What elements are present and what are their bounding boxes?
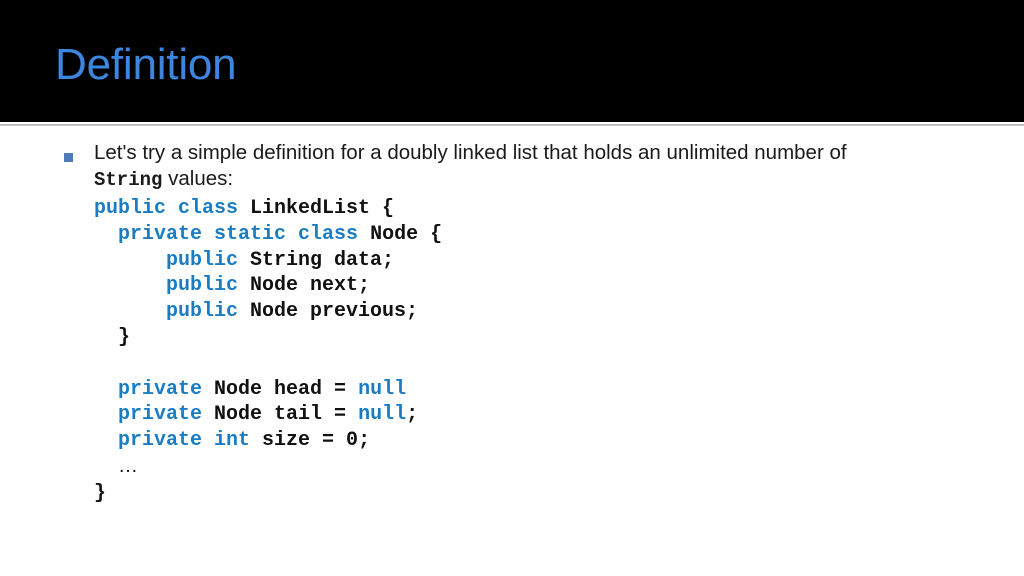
bullet-item: Let's try a simple definition for a doub… [0,140,1024,193]
code-text: ; [406,403,419,427]
code-line: public String data; [94,248,1024,274]
code-text: … [118,454,139,477]
code-line: private Node tail = null; [94,402,1024,428]
code-text: Node head = [214,377,359,401]
code-keyword: public [166,274,251,298]
slide-canvas: Definition Let's try a simple definition… [0,0,1024,576]
bullet-text-part1: Let's try a simple definition for a doub… [94,141,847,164]
header-divider [0,124,1024,126]
bullet-text-code-token: String [94,169,163,191]
code-text: size = 0; [262,429,371,453]
code-text: Node tail = [214,403,359,427]
slide-body: Let's try a simple definition for a doub… [0,140,1024,576]
code-line: public Node next; [94,273,1024,299]
code-line: } [94,325,1024,351]
code-line: … [94,454,1024,481]
code-keyword: public [166,300,251,324]
code-text: } [94,481,107,505]
code-text: } [118,325,131,349]
code-text: LinkedList { [250,197,395,220]
code-keyword: private static class [118,222,371,246]
square-bullet-icon [64,153,73,162]
code-line: } [94,481,1024,507]
code-line: private Node head = null [94,377,1024,403]
code-keyword: private [118,377,215,401]
code-text: Node previous; [250,300,419,324]
code-line: private static class Node { [94,222,1024,248]
code-line: public Node previous; [94,299,1024,325]
code-text: String data; [250,248,395,272]
bullet-text-part2: values: [162,167,234,190]
code-line: public class LinkedList { [94,196,1024,222]
bullet-text: Let's try a simple definition for a doub… [94,140,904,193]
code-text: Node { [370,222,443,246]
code-line [94,351,1024,377]
code-keyword: public class [94,197,251,220]
page-title: Definition [55,40,237,89]
code-keyword: private [118,403,215,427]
code-keyword: null [358,377,407,401]
code-keyword: private int [118,429,263,453]
code-keyword: public [166,248,251,272]
code-listing: public class LinkedList { private static… [0,196,1024,507]
code-keyword: null [358,403,407,427]
code-text: Node next; [250,274,371,298]
code-line: private int size = 0; [94,428,1024,454]
